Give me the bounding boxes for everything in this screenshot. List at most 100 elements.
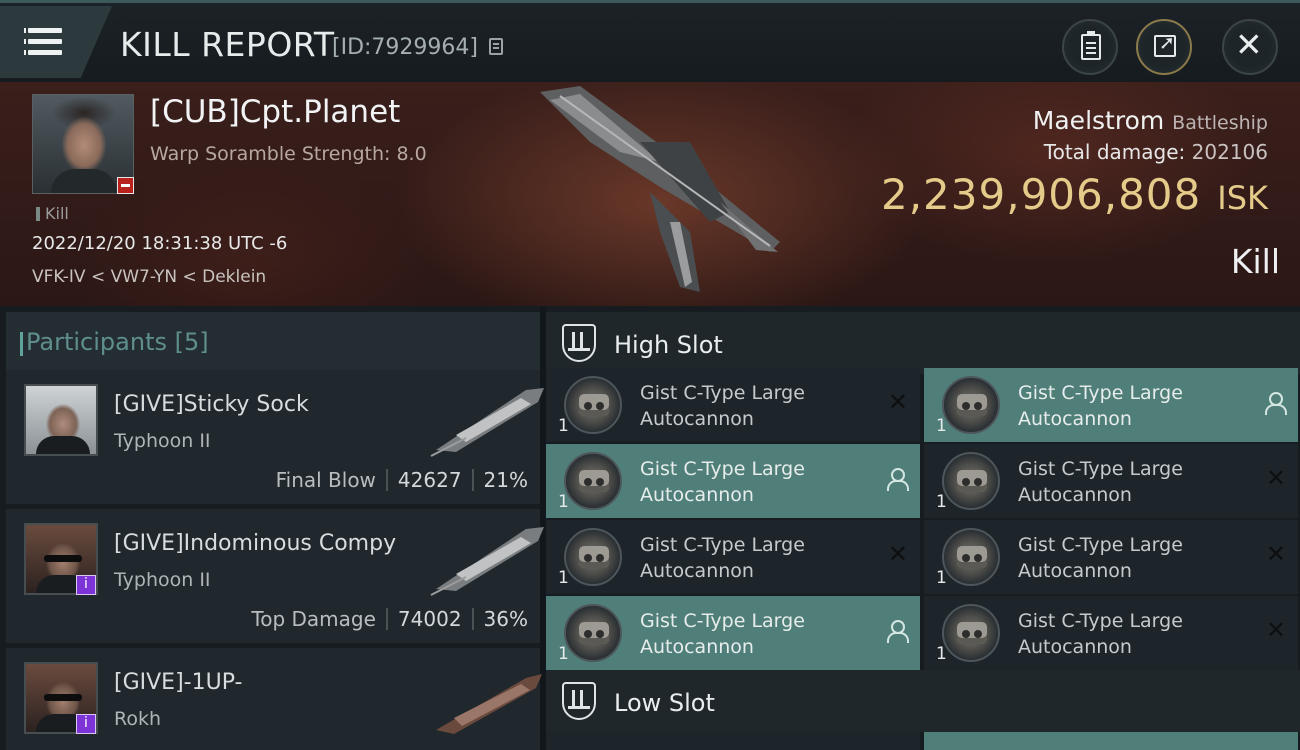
participant-row[interactable]: [GIVE]Indominous Compy Typhoon II Top Da… — [6, 509, 544, 643]
module-name: Gist C-Type Large Autocannon — [640, 534, 805, 582]
module-item[interactable] — [924, 732, 1298, 750]
participant-ship: Typhoon II — [114, 430, 211, 452]
total-damage-label: Total damage: — [1043, 140, 1186, 164]
participants-count: [5] — [174, 328, 209, 356]
slot-icon — [562, 324, 596, 362]
page-title: KILL REPORT — [120, 25, 335, 64]
autocannon-icon — [942, 452, 1000, 510]
result-label: Kill — [1230, 242, 1280, 281]
module-item[interactable] — [546, 732, 920, 750]
destroyed-x-icon: ✕ — [1265, 616, 1286, 644]
participant-stats: Final Blow 42627 21% — [276, 468, 528, 492]
close-icon: ✕ — [1235, 25, 1263, 64]
low-slot-label: Low Slot — [614, 689, 715, 717]
autocannon-icon — [564, 452, 622, 510]
fitting-panel: High Slot 1 Gist C-Type Large Autocannon… — [546, 306, 1300, 750]
participant-name: [GIVE]Indominous Compy — [114, 531, 397, 556]
ship-class: Battleship — [1172, 112, 1268, 134]
module-item[interactable]: 1 Gist C-Type Large Autocannon ✕ — [924, 444, 1298, 518]
victim-subtitle: Warp Soramble Strength: 8.0 — [150, 143, 427, 165]
module-qty: 1 — [936, 416, 947, 436]
share-button[interactable] — [1136, 19, 1192, 75]
module-item[interactable]: 1 Gist C-Type Large Autocannon ✕ — [546, 368, 920, 442]
damage-value: 42627 — [397, 468, 462, 492]
participant-ship: Typhoon II — [114, 569, 211, 591]
victim-name[interactable]: [CUB]Cpt.Planet — [150, 94, 400, 130]
corp-badge-icon — [76, 714, 96, 734]
high-slot-header: High Slot — [546, 312, 1300, 374]
module-item[interactable]: 1 Gist C-Type Large Autocannon ✕ — [546, 520, 920, 594]
module-qty: 1 — [936, 492, 947, 512]
autocannon-icon — [564, 604, 622, 662]
negative-standing-icon — [117, 177, 134, 194]
stat-label: Top Damage — [251, 607, 376, 631]
victim-ship-type[interactable]: Maelstrom Battleship — [1033, 106, 1268, 135]
top-bar: KILL REPORT [ID:7929964] ✕ — [0, 0, 1300, 82]
module-qty: 1 — [558, 568, 569, 588]
destroyed-x-icon: ✕ — [1265, 540, 1286, 568]
clipboard-button[interactable] — [1062, 19, 1118, 75]
autocannon-icon — [942, 528, 1000, 586]
module-name: Gist C-Type Large Autocannon — [640, 382, 805, 430]
module-name: Gist C-Type Large Autocannon — [1018, 458, 1183, 506]
avatar[interactable] — [24, 384, 98, 456]
module-item[interactable]: 1 Gist C-Type Large Autocannon — [546, 444, 920, 518]
report-id: [ID:7929964] — [332, 35, 478, 60]
autocannon-icon — [564, 376, 622, 434]
autocannon-icon — [564, 528, 622, 586]
ship-name: Maelstrom — [1032, 106, 1165, 135]
copy-icon[interactable] — [489, 38, 503, 55]
total-damage-value: 202106 — [1191, 140, 1268, 164]
participants-panel: Participants [5] [GIVE]Sticky Sock Typho… — [0, 306, 544, 750]
autocannon-icon — [942, 376, 1000, 434]
close-button[interactable]: ✕ — [1222, 19, 1278, 75]
module-qty: 1 — [936, 644, 947, 664]
damage-percent: 21% — [483, 468, 528, 492]
participant-ship-image — [430, 527, 544, 596]
isk-unit: ISK — [1217, 179, 1268, 217]
victim-summary: [CUB]Cpt.Planet Warp Soramble Strength: … — [0, 82, 1300, 306]
stat-label: Final Blow — [275, 468, 376, 492]
participant-stats: Top Damage 74002 36% — [251, 607, 528, 631]
dropped-person-icon — [886, 620, 909, 643]
module-item[interactable]: 1 Gist C-Type Large Autocannon — [546, 596, 920, 670]
module-qty: 1 — [558, 492, 569, 512]
slot-icon — [562, 682, 596, 720]
module-name: Gist C-Type Large Autocannon — [1018, 610, 1183, 658]
share-icon — [1154, 32, 1176, 57]
participant-name: [GIVE]Sticky Sock — [114, 392, 309, 417]
module-name: Gist C-Type Large Autocannon — [1018, 382, 1183, 430]
module-qty: 1 — [558, 644, 569, 664]
high-slot-label: High Slot — [614, 331, 723, 359]
participant-ship-image — [430, 388, 544, 457]
menu-button[interactable] — [0, 6, 112, 78]
destroyed-x-icon: ✕ — [887, 388, 908, 416]
victim-ship-image — [540, 86, 780, 292]
participant-row[interactable]: [GIVE]Sticky Sock Typhoon II Final Blow 4… — [6, 370, 544, 504]
destroyed-x-icon: ✕ — [887, 540, 908, 568]
module-item[interactable]: 1 Gist C-Type Large Autocannon ✕ — [924, 596, 1298, 670]
participant-ship: Rokh — [114, 708, 162, 730]
module-qty: 1 — [558, 416, 569, 436]
kill-location[interactable]: VFK-IV < VW7-YN < Deklein — [32, 267, 266, 287]
module-name: Gist C-Type Large Autocannon — [640, 458, 805, 506]
dropped-person-icon — [886, 468, 909, 491]
module-item[interactable]: 1 Gist C-Type Large Autocannon — [924, 368, 1298, 442]
module-item[interactable]: 1 Gist C-Type Large Autocannon ✕ — [924, 520, 1298, 594]
low-slot-header: Low Slot — [546, 670, 1300, 732]
module-name: Gist C-Type Large Autocannon — [1018, 534, 1183, 582]
isk-value: 2,239,906,808 ISK — [881, 170, 1268, 219]
clipboard-icon — [1081, 31, 1101, 60]
participants-label: Participants — [26, 328, 167, 356]
dropped-person-icon — [1264, 392, 1287, 415]
participants-header: Participants [5] — [6, 312, 540, 372]
kill-tag: Kill — [36, 204, 69, 223]
participant-ship-image — [436, 674, 542, 734]
destroyed-x-icon: ✕ — [1265, 464, 1286, 492]
participant-row[interactable]: [GIVE]-1UP- Rokh — [6, 648, 542, 750]
participant-name: [GIVE]-1UP- — [114, 670, 243, 695]
autocannon-icon — [942, 604, 1000, 662]
module-name: Gist C-Type Large Autocannon — [640, 610, 805, 658]
menu-icon — [24, 28, 62, 33]
module-qty: 1 — [936, 568, 947, 588]
